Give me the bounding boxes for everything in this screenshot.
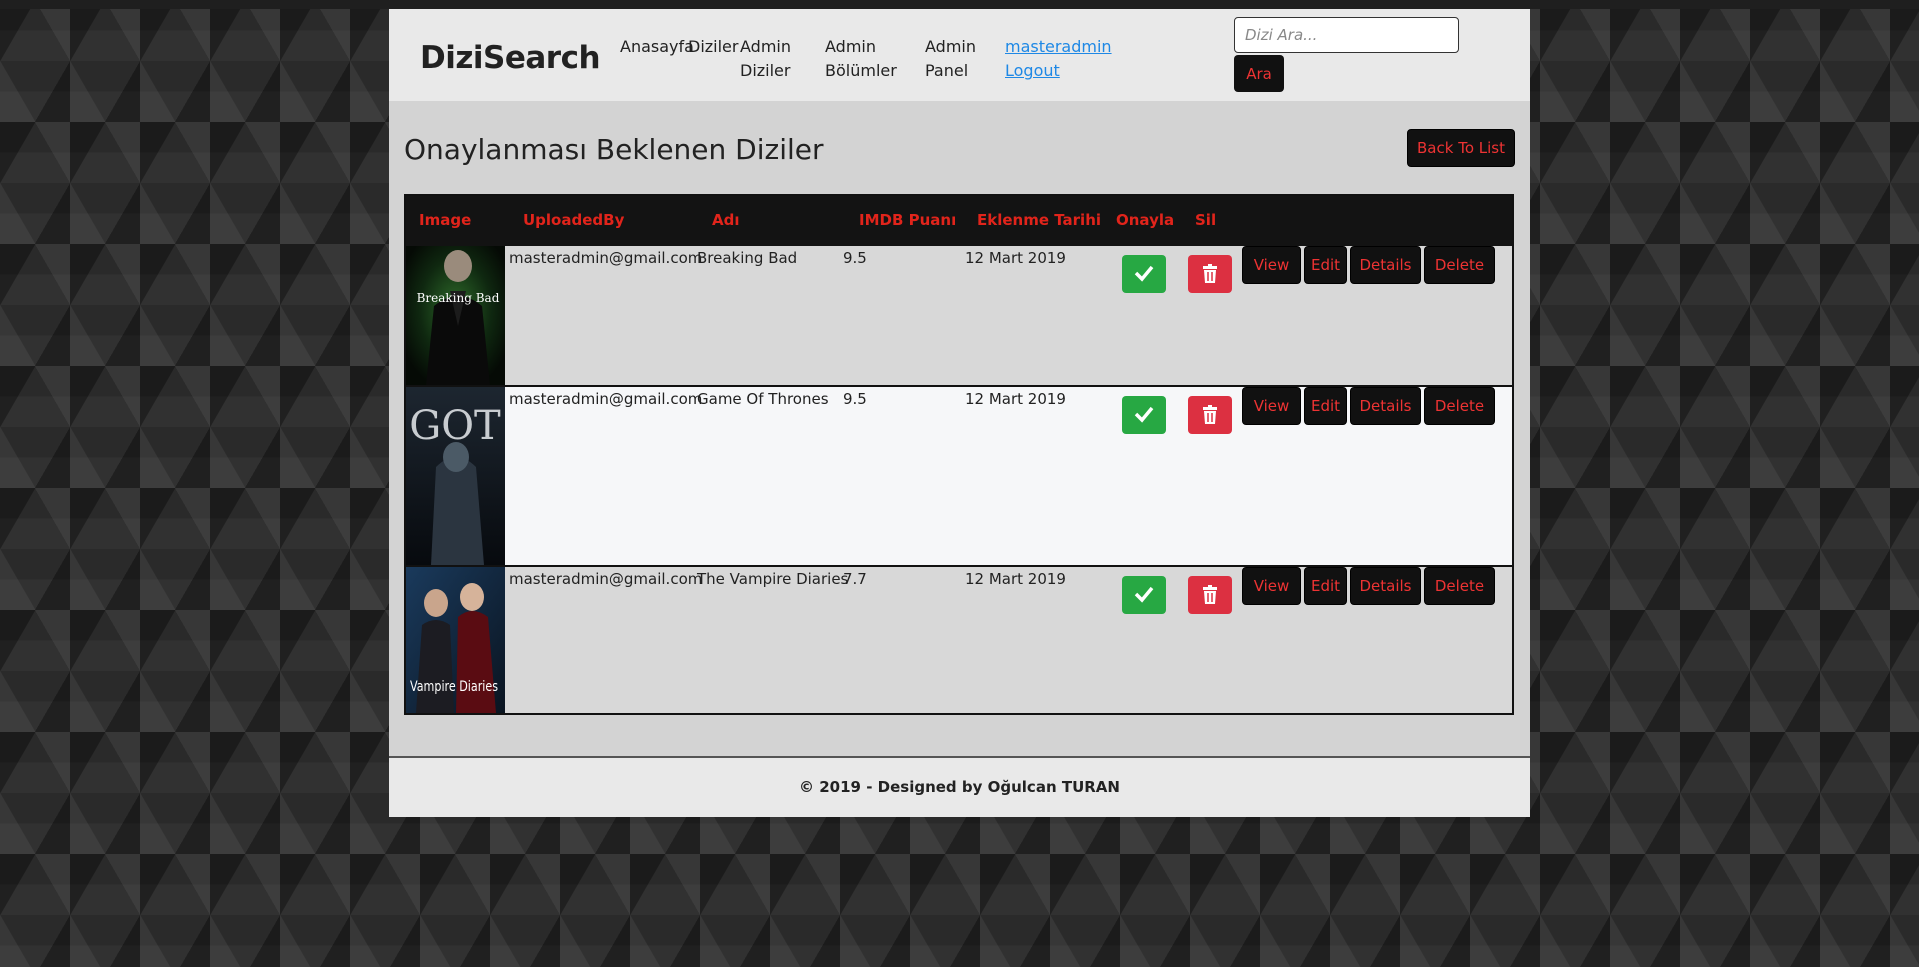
approve-button[interactable] bbox=[1122, 396, 1166, 434]
check-icon bbox=[1134, 586, 1154, 603]
poster-title-text: Vampire Diaries bbox=[410, 679, 498, 695]
check-icon bbox=[1134, 265, 1154, 282]
nav-home-label: Anasayfa bbox=[620, 37, 694, 56]
series-poster: Vampire Diaries bbox=[406, 567, 505, 713]
edit-button[interactable]: Edit bbox=[1304, 387, 1347, 425]
brand-logo[interactable]: DiziSearch bbox=[420, 40, 601, 76]
view-button[interactable]: View bbox=[1242, 387, 1301, 425]
back-to-list-button[interactable]: Back To List bbox=[1407, 129, 1515, 167]
series-poster: GOT bbox=[406, 387, 505, 565]
search-button[interactable]: Ara bbox=[1234, 55, 1284, 92]
cell-imdb: 9.5 bbox=[843, 390, 867, 408]
nav-admin-series[interactable]: Admin Diziler bbox=[740, 35, 791, 83]
header-imdb: IMDB Puanı bbox=[859, 211, 957, 229]
delete-button[interactable]: Delete bbox=[1424, 387, 1495, 425]
nav-admin-episodes-label-1: Admin bbox=[825, 37, 876, 56]
approve-button[interactable] bbox=[1122, 576, 1166, 614]
cell-imdb: 9.5 bbox=[843, 249, 867, 267]
trash-icon bbox=[1203, 405, 1217, 424]
delete-row-button[interactable] bbox=[1188, 576, 1232, 614]
top-strip bbox=[0, 0, 1919, 9]
delete-button[interactable]: Delete bbox=[1424, 246, 1495, 284]
page-container: DiziSearch Anasayfa Diziler Admin Dizile… bbox=[389, 9, 1530, 817]
poster-title-text: GOT bbox=[409, 403, 501, 449]
cell-uploaded-by: masteradmin@gmail.com bbox=[509, 390, 703, 408]
nav-home[interactable]: Anasayfa bbox=[620, 35, 694, 59]
cell-name: Breaking Bad bbox=[697, 249, 798, 267]
nav-admin-episodes[interactable]: Admin Bölümler bbox=[825, 35, 897, 83]
view-button[interactable]: View bbox=[1242, 567, 1301, 605]
trash-icon bbox=[1203, 264, 1217, 283]
header-date: Eklenme Tarihi bbox=[977, 211, 1102, 229]
page-title: Onaylanması Beklenen Diziler bbox=[404, 133, 824, 166]
details-button[interactable]: Details bbox=[1350, 246, 1421, 284]
header-name: Adı bbox=[712, 211, 740, 229]
nav-admin-panel[interactable]: Admin Panel bbox=[925, 35, 976, 83]
cell-uploaded-by: masteradmin@gmail.com bbox=[509, 570, 703, 588]
delete-row-button[interactable] bbox=[1188, 255, 1232, 293]
nav-admin-series-label-2: Diziler bbox=[740, 61, 791, 80]
cell-imdb: 7.7 bbox=[843, 570, 867, 588]
footer: © 2019 - Designed by Oğulcan TURAN bbox=[389, 758, 1530, 817]
trash-icon bbox=[1203, 585, 1217, 604]
cell-name: The Vampire Diaries bbox=[697, 570, 849, 588]
delete-row-button[interactable] bbox=[1188, 396, 1232, 434]
header-delete: Sil bbox=[1195, 211, 1217, 229]
details-button[interactable]: Details bbox=[1350, 387, 1421, 425]
header-uploaded-by: UploadedBy bbox=[523, 211, 625, 229]
cell-date: 12 Mart 2019 bbox=[965, 249, 1066, 267]
cell-name: Game Of Thrones bbox=[697, 390, 829, 408]
nav-admin-panel-label-1: Admin bbox=[925, 37, 976, 56]
search-input[interactable] bbox=[1234, 17, 1459, 53]
footer-copyright: © 2019 - Designed by Oğulcan TURAN bbox=[799, 778, 1120, 796]
logout-link[interactable]: Logout bbox=[1005, 59, 1060, 83]
table-row: GOT masteradmin@gmail.com Game Of Throne… bbox=[406, 387, 1512, 567]
poster-title-text: Breaking Bad bbox=[417, 291, 500, 305]
edit-button[interactable]: Edit bbox=[1304, 246, 1347, 284]
nav-admin-panel-label-2: Panel bbox=[925, 61, 969, 80]
table-row: Vampire Diaries masteradmin@gmail.com Th… bbox=[406, 567, 1512, 713]
view-button[interactable]: View bbox=[1242, 246, 1301, 284]
user-profile-link[interactable]: masteradmin bbox=[1005, 35, 1112, 59]
header-approve: Onayla bbox=[1116, 211, 1175, 229]
cell-date: 12 Mart 2019 bbox=[965, 390, 1066, 408]
nav-admin-series-label-1: Admin bbox=[740, 37, 791, 56]
table-header: Image UploadedBy Adı IMDB Puanı Eklenme … bbox=[406, 196, 1512, 246]
cell-date: 12 Mart 2019 bbox=[965, 570, 1066, 588]
nav-series[interactable]: Diziler bbox=[688, 35, 738, 59]
pending-series-table: Image UploadedBy Adı IMDB Puanı Eklenme … bbox=[404, 194, 1514, 715]
series-poster: Breaking Bad bbox=[406, 246, 505, 385]
approve-button[interactable] bbox=[1122, 255, 1166, 293]
header-image: Image bbox=[419, 211, 472, 229]
table-row: Breaking Bad masteradmin@gmail.com Break… bbox=[406, 246, 1512, 387]
delete-button[interactable]: Delete bbox=[1424, 567, 1495, 605]
check-icon bbox=[1134, 406, 1154, 423]
cell-uploaded-by: masteradmin@gmail.com bbox=[509, 249, 703, 267]
nav-admin-episodes-label-2: Bölümler bbox=[825, 61, 897, 80]
details-button[interactable]: Details bbox=[1350, 567, 1421, 605]
nav-series-label: Diziler bbox=[688, 37, 739, 56]
edit-button[interactable]: Edit bbox=[1304, 567, 1347, 605]
navbar: DiziSearch Anasayfa Diziler Admin Dizile… bbox=[389, 9, 1530, 101]
